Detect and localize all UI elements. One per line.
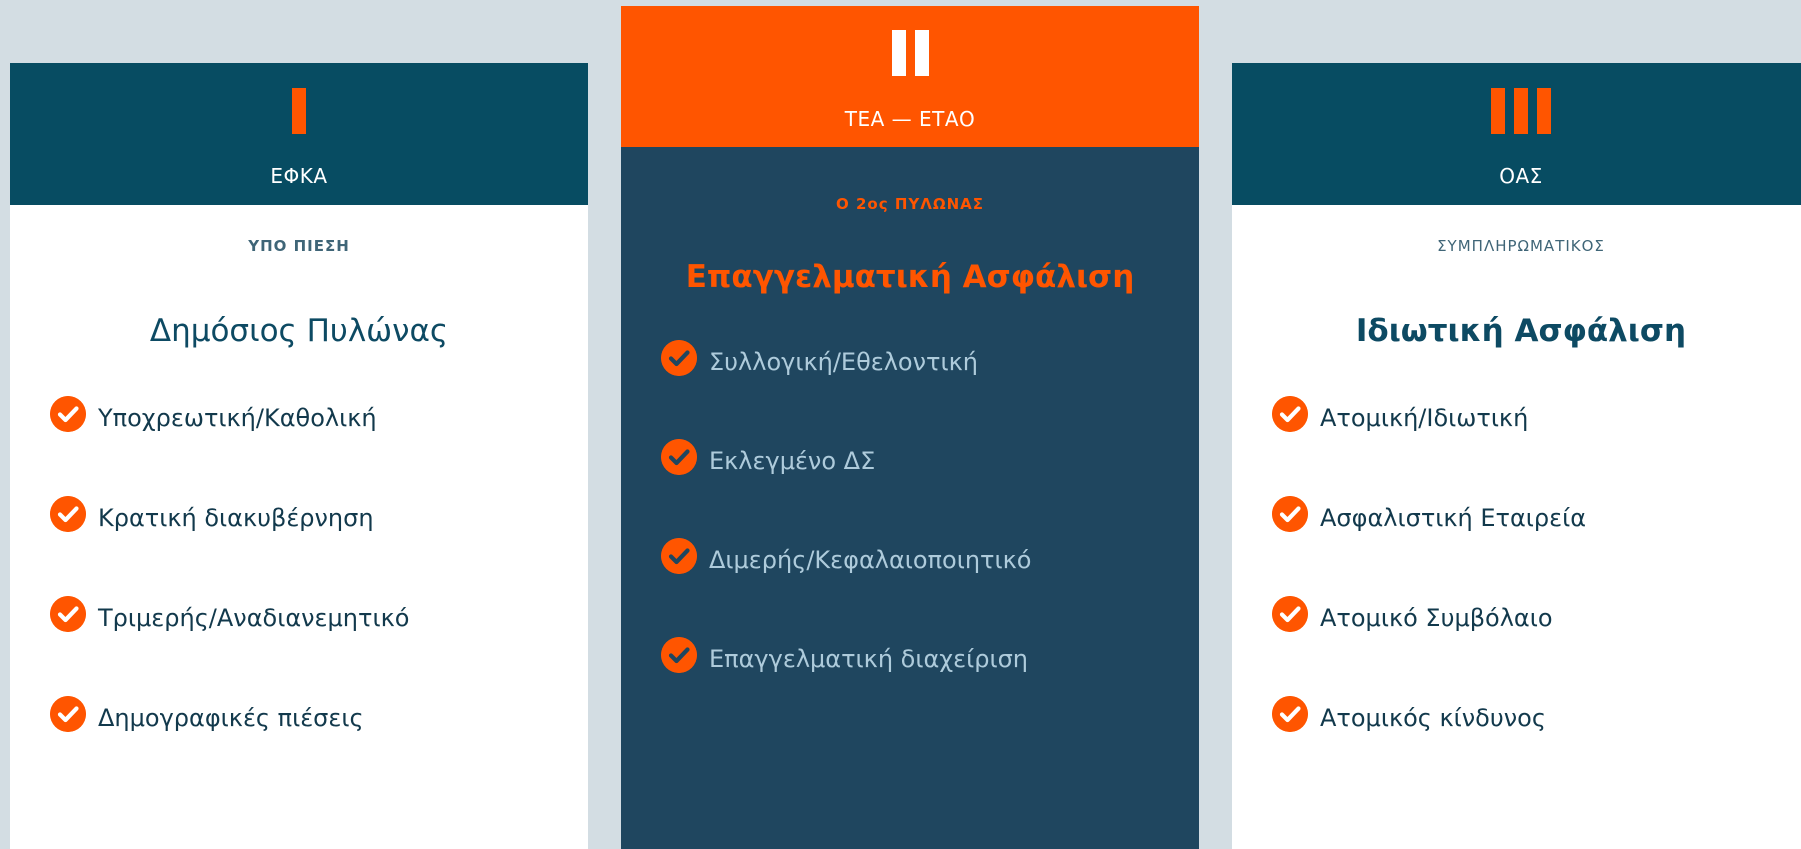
feature-item: Συλλογική/Εθελοντική: [661, 340, 1189, 439]
feature-label: Συλλογική/Εθελοντική: [709, 348, 978, 376]
feature-item: Κρατική διακυβέρνηση: [50, 496, 578, 596]
feature-label: Δημογραφικές πιέσεις: [98, 704, 364, 732]
pillar-title: Δημόσιος Πυλώνας: [149, 313, 449, 349]
check-circle-icon: [661, 538, 697, 574]
pillar-header: ΟΑΣ: [1232, 63, 1801, 205]
feature-item: Εκλεγμένο ΔΣ: [661, 439, 1189, 538]
pillar-title: Επαγγελματική Ασφάλιση: [685, 259, 1135, 295]
feature-item: Διμερής/Κεφαλαιοποιητικό: [661, 538, 1189, 637]
pillar-header-label: ΤΕΑ — ΕΤΑΟ: [844, 107, 976, 131]
feature-label: Ατομικό Συμβόλαιο: [1320, 604, 1553, 632]
check-circle-icon: [1272, 396, 1308, 432]
check-circle-icon: [1272, 596, 1308, 632]
feature-label: Ασφαλιστική Εταιρεία: [1320, 504, 1587, 532]
feature-label: Ατομική/Ιδιωτική: [1320, 404, 1529, 432]
feature-label: Κρατική διακυβέρνηση: [98, 504, 374, 532]
feature-item: Ατομική/Ιδιωτική: [1272, 396, 1800, 496]
feature-label: Διμερής/Κεφαλαιοποιητικό: [709, 546, 1032, 574]
feature-item: Ασφαλιστική Εταιρεία: [1272, 496, 1800, 596]
check-circle-icon: [50, 396, 86, 432]
feature-label: Ατομικός κίνδυνος: [1320, 704, 1546, 732]
check-circle-icon: [661, 340, 697, 376]
pillar-header: ΕΦΚΑ: [10, 63, 588, 205]
pillar-header-label: ΟΑΣ: [1499, 164, 1543, 188]
check-circle-icon: [661, 439, 697, 475]
pillar-card-oas: ΟΑΣ ΣΥΜΠΛΗΡΩΜΑΤΙΚΟΣ Ιδιωτική Ασφάλιση Ατ…: [1232, 63, 1801, 849]
check-circle-icon: [1272, 696, 1308, 732]
feature-item: Δημογραφικές πιέσεις: [50, 696, 578, 796]
pillar-card-tea-etao: ΤΕΑ — ΕΤΑΟ Ο 2ος ΠΥΛΩΝΑΣ Επαγγελματική Α…: [621, 6, 1199, 849]
check-circle-icon: [661, 637, 697, 673]
feature-item: Ατομικός κίνδυνος: [1272, 696, 1800, 796]
feature-item: Υποχρεωτική/Καθολική: [50, 396, 578, 496]
roman-numeral-two-icon: [621, 30, 1199, 76]
check-circle-icon: [50, 596, 86, 632]
check-circle-icon: [50, 696, 86, 732]
feature-label: Τριμερής/Αναδιανεμητικό: [98, 604, 410, 632]
feature-label: Εκλεγμένο ΔΣ: [709, 447, 876, 475]
check-circle-icon: [50, 496, 86, 532]
feature-list: Συλλογική/Εθελοντική Εκλεγμένο ΔΣ Διμερή…: [661, 340, 1189, 736]
roman-numeral-three-icon: [1232, 88, 1801, 134]
pillar-card-efka: ΕΦΚΑ ΥΠΟ ΠΙΕΣΗ Δημόσιος Πυλώνας Υποχρεωτ…: [10, 63, 588, 849]
feature-label: Υποχρεωτική/Καθολική: [98, 404, 377, 432]
pillar-header: ΤΕΑ — ΕΤΑΟ: [621, 6, 1199, 147]
feature-item: Τριμερής/Αναδιανεμητικό: [50, 596, 578, 696]
pillar-kicker: ΥΠΟ ΠΙΕΣΗ: [248, 237, 350, 255]
feature-item: Ατομικό Συμβόλαιο: [1272, 596, 1800, 696]
pillar-kicker: Ο 2ος ΠΥΛΩΝΑΣ: [835, 195, 984, 213]
feature-label: Επαγγελματική διαχείριση: [709, 645, 1029, 673]
feature-list: Ατομική/Ιδιωτική Ασφαλιστική Εταιρεία Ατ…: [1272, 396, 1800, 796]
pillar-title: Ιδιωτική Ασφάλιση: [1355, 313, 1687, 349]
roman-numeral-one-icon: [10, 88, 588, 134]
feature-list: Υποχρεωτική/Καθολική Κρατική διακυβέρνησ…: [50, 396, 578, 796]
feature-item: Επαγγελματική διαχείριση: [661, 637, 1189, 736]
check-circle-icon: [1272, 496, 1308, 532]
pillar-header-label: ΕΦΚΑ: [270, 164, 328, 188]
pillar-kicker: ΣΥΜΠΛΗΡΩΜΑΤΙΚΟΣ: [1437, 237, 1605, 255]
